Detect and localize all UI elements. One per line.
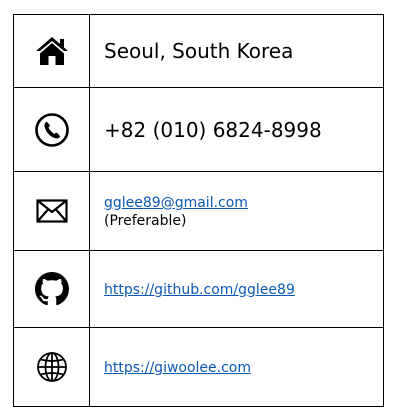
email-cell: gglee89@gmail.com (Preferable) <box>89 171 384 251</box>
envelope-icon <box>35 199 68 223</box>
icon-cell <box>13 171 90 251</box>
contact-info-table: Seoul, South Korea +82 (010) 6824-8998 g… <box>13 14 384 407</box>
phone-cell: +82 (010) 6824-8998 <box>89 87 384 172</box>
location-text: Seoul, South Korea <box>104 39 294 63</box>
github-icon <box>34 272 69 306</box>
icon-cell <box>13 250 90 328</box>
contact-row-website: https://giwoolee.com <box>13 327 384 407</box>
icon-cell <box>13 87 90 172</box>
phone-text: +82 (010) 6824-8998 <box>104 117 322 142</box>
website-link[interactable]: https://giwoolee.com <box>104 360 251 376</box>
icon-cell <box>13 14 90 88</box>
phone-icon <box>34 112 69 147</box>
website-cell: https://giwoolee.com <box>89 327 384 407</box>
contact-row-location: Seoul, South Korea <box>13 14 384 88</box>
contact-row-phone: +82 (010) 6824-8998 <box>13 87 384 172</box>
github-link[interactable]: https://github.com/gglee89 <box>104 282 295 298</box>
github-cell: https://github.com/gglee89 <box>89 250 384 328</box>
location-cell: Seoul, South Korea <box>89 14 384 88</box>
globe-icon <box>36 352 67 382</box>
icon-cell <box>13 327 90 407</box>
email-note: (Preferable) <box>104 213 187 229</box>
contact-row-email: gglee89@gmail.com (Preferable) <box>13 171 384 251</box>
email-link[interactable]: gglee89@gmail.com <box>104 195 248 211</box>
home-icon <box>35 37 68 65</box>
contact-row-github: https://github.com/gglee89 <box>13 250 384 328</box>
